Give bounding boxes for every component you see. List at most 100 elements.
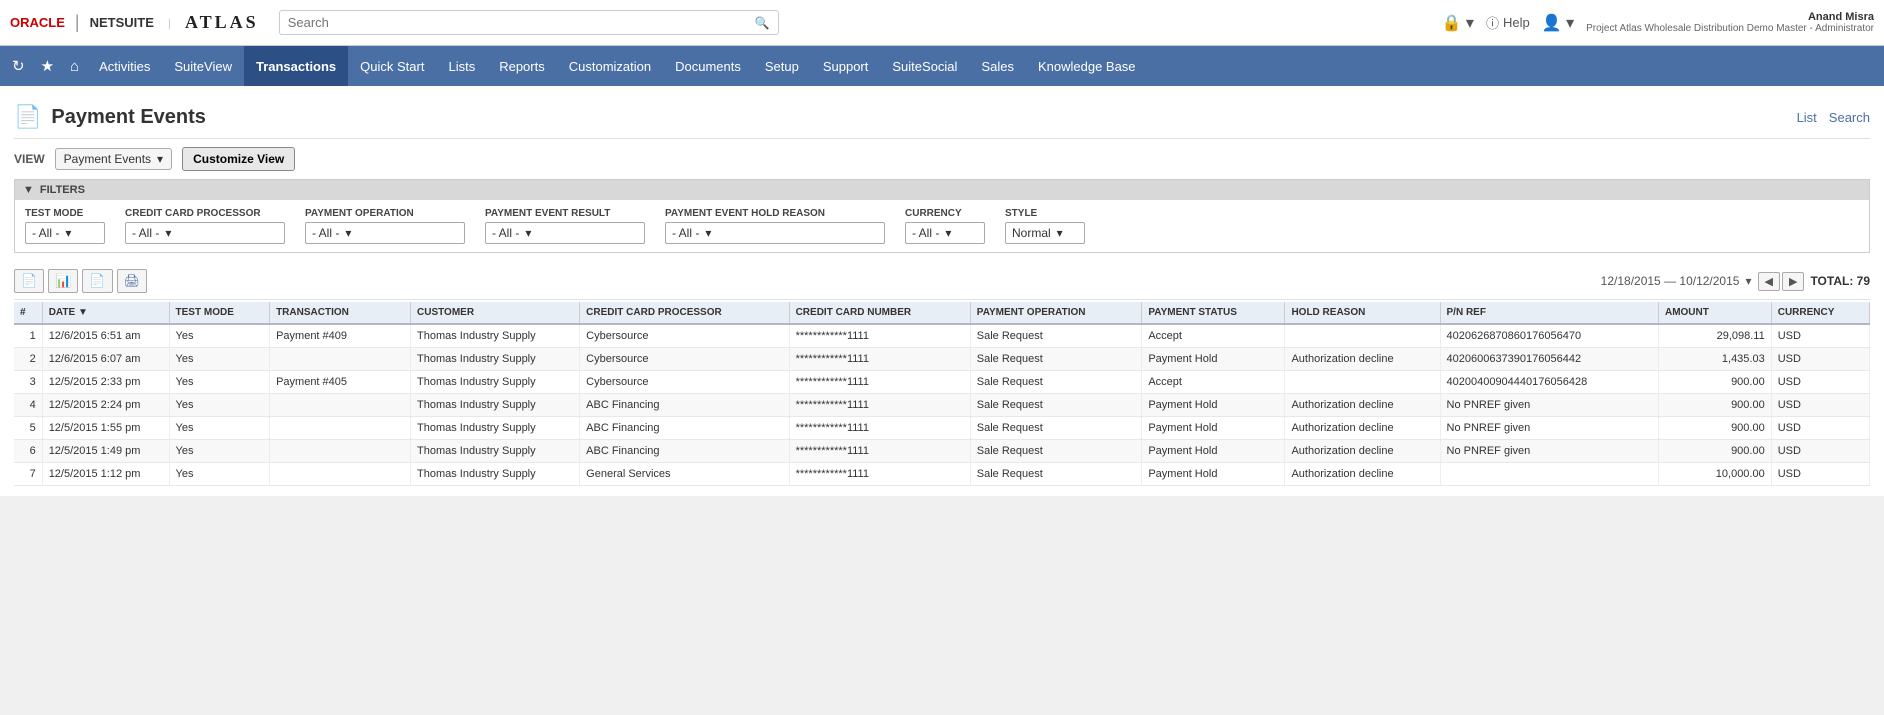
cell-pnref: 402062687086017​6056470 — [1440, 324, 1658, 348]
cell-paystatus: Accept — [1142, 324, 1285, 348]
nav-item-suiteview[interactable]: SuiteView — [162, 46, 244, 86]
logo-divider: | — [75, 12, 80, 33]
nav-item-support[interactable]: Support — [811, 46, 881, 86]
filter-testmode-select[interactable]: - All - ▾ — [25, 222, 105, 244]
col-header-processor: CREDIT CARD PROCESSOR — [580, 302, 789, 324]
nav-item-lists[interactable]: Lists — [436, 46, 487, 86]
help-button[interactable]: ⓘ Help — [1486, 13, 1530, 32]
filters-collapse-icon[interactable]: ▼ — [23, 184, 34, 196]
cell-ccnum: ************1111 — [789, 324, 970, 348]
notifications-icon[interactable]: 🔒 ▾ — [1442, 13, 1474, 33]
view-bar: VIEW Payment Events ▾ Customize View — [14, 139, 1870, 179]
filter-testmode-label: TEST MODE — [25, 208, 105, 219]
filter-currency-arrow: ▾ — [945, 226, 951, 240]
export-excel-icon[interactable]: 📊 — [48, 269, 78, 293]
search-icon[interactable]: 🔍 — [755, 16, 770, 30]
filters-section: ▼ FILTERS TEST MODE - All - ▾ CREDIT CAR… — [14, 179, 1870, 253]
filters-title: FILTERS — [40, 184, 85, 196]
cell-testmode: Yes — [169, 417, 270, 440]
total-badge: TOTAL: 79 — [1810, 274, 1870, 288]
filter-style-select[interactable]: Normal ▾ — [1005, 222, 1085, 244]
cell-processor: Cybersource — [580, 371, 789, 394]
col-header-num: # — [14, 302, 42, 324]
cell-currency: USD — [1771, 417, 1869, 440]
nav-item-customization[interactable]: Customization — [557, 46, 663, 86]
cell-currency: USD — [1771, 348, 1869, 371]
cell-processor: Cybersource — [580, 324, 789, 348]
filter-payop-label: PAYMENT OPERATION — [305, 208, 465, 219]
cell-holdreason: Authorization decline — [1285, 417, 1440, 440]
filter-holdreason: PAYMENT EVENT HOLD REASON - All - ▾ — [665, 208, 885, 244]
filter-currency-label: CURRENCY — [905, 208, 985, 219]
star-icon[interactable]: ★ — [33, 46, 62, 86]
cell-date: 12/5/2015 2:24 pm — [42, 394, 169, 417]
cell-processor: Cybersource — [580, 348, 789, 371]
user-icon[interactable]: 👤 ▾ — [1542, 13, 1574, 33]
print-icon[interactable]: 🖨 — [117, 269, 148, 293]
cell-date: 12/5/2015 1:55 pm — [42, 417, 169, 440]
cell-transaction — [270, 394, 411, 417]
col-header-date[interactable]: DATE ▼ — [42, 302, 169, 324]
cell-paystatus: Payment Hold — [1142, 394, 1285, 417]
cell-transaction — [270, 348, 411, 371]
cell-pnref: No PNREF given — [1440, 417, 1658, 440]
cell-transaction[interactable]: Payment #409 — [270, 324, 411, 348]
back-icon[interactable]: ↻ — [4, 46, 33, 86]
netsuite-logo: NETSUITE — [90, 15, 154, 30]
cell-customer: Thomas Industry Supply — [411, 463, 580, 486]
view-dropdown[interactable]: Payment Events ▾ — [55, 148, 172, 170]
search-bar[interactable]: 🔍 — [279, 10, 779, 35]
nav-item-reports[interactable]: Reports — [487, 46, 557, 86]
page-title: Payment Events — [51, 106, 206, 129]
user-name: Anand Misra — [1586, 11, 1874, 23]
cell-testmode: Yes — [169, 371, 270, 394]
filter-payresult-select[interactable]: - All - ▾ — [485, 222, 645, 244]
cell-holdreason — [1285, 371, 1440, 394]
list-link[interactable]: List — [1797, 110, 1817, 125]
cell-holdreason: Authorization decline — [1285, 348, 1440, 371]
home-icon[interactable]: ⌂ — [62, 46, 87, 86]
page-content: 📄 Payment Events List Search VIEW Paymen… — [0, 86, 1884, 496]
date-range-arrow[interactable]: ▾ — [1745, 274, 1751, 288]
col-header-ccnum: CREDIT CARD NUMBER — [789, 302, 970, 324]
customize-view-button[interactable]: Customize View — [182, 147, 295, 171]
cell-processor: General Services — [580, 463, 789, 486]
cell-amount: 900.00 — [1658, 440, 1771, 463]
nav-item-knowledgebase[interactable]: Knowledge Base — [1026, 46, 1148, 86]
prev-page-button[interactable]: ◀ — [1758, 272, 1780, 291]
nav-item-setup[interactable]: Setup — [753, 46, 811, 86]
cell-currency: USD — [1771, 394, 1869, 417]
filter-payresult-arrow: ▾ — [525, 226, 531, 240]
cell-amount: 10,000.00 — [1658, 463, 1771, 486]
filter-payop-select[interactable]: - All - ▾ — [305, 222, 465, 244]
filter-processor-select[interactable]: - All - ▾ — [125, 222, 285, 244]
date-range: 12/18/2015 — 10/12/2015 — [1601, 274, 1740, 288]
filter-holdreason-select[interactable]: - All - ▾ — [665, 222, 885, 244]
cell-pnref: No PNREF given — [1440, 440, 1658, 463]
cell-customer: Thomas Industry Supply — [411, 348, 580, 371]
col-header-holdreason: HOLD REASON — [1285, 302, 1440, 324]
filter-style: STYLE Normal ▾ — [1005, 208, 1085, 244]
nav-item-activities[interactable]: Activities — [87, 46, 162, 86]
filter-payop-arrow: ▾ — [345, 226, 351, 240]
cell-date: 12/6/2015 6:07 am — [42, 348, 169, 371]
export-pdf-icon[interactable]: 📄 — [82, 269, 112, 293]
atlas-logo: ATLAS — [185, 12, 259, 33]
search-input[interactable] — [288, 15, 755, 30]
col-header-customer: CUSTOMER — [411, 302, 580, 324]
page-header: 📄 Payment Events List Search — [14, 96, 1870, 139]
cell-date: 12/5/2015 2:33 pm — [42, 371, 169, 394]
nav-item-sales[interactable]: Sales — [969, 46, 1026, 86]
cell-num: 6 — [14, 440, 42, 463]
search-link[interactable]: Search — [1829, 110, 1870, 125]
cell-num: 7 — [14, 463, 42, 486]
next-page-button[interactable]: ▶ — [1782, 272, 1804, 291]
cell-currency: USD — [1771, 371, 1869, 394]
nav-item-documents[interactable]: Documents — [663, 46, 753, 86]
cell-transaction[interactable]: Payment #405 — [270, 371, 411, 394]
nav-item-quickstart[interactable]: Quick Start — [348, 46, 436, 86]
nav-item-suitesocial[interactable]: SuiteSocial — [880, 46, 969, 86]
nav-item-transactions[interactable]: Transactions — [244, 46, 348, 86]
filter-currency-select[interactable]: - All - ▾ — [905, 222, 985, 244]
export-csv-icon[interactable]: 📄 — [14, 269, 44, 293]
